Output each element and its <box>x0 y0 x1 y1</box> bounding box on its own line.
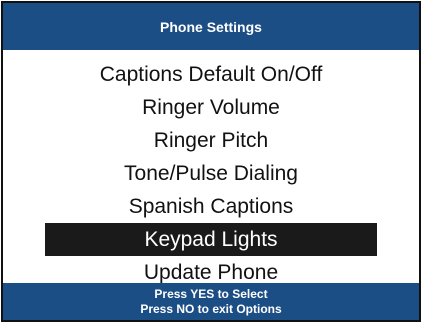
menu-item-ringer-volume[interactable]: Ringer Volume <box>3 91 419 124</box>
menu-item-ringer-pitch[interactable]: Ringer Pitch <box>3 124 419 157</box>
menu-item-spanish-captions[interactable]: Spanish Captions <box>3 190 419 223</box>
phone-settings-screen: Phone Settings Captions Default On/Off R… <box>1 1 421 322</box>
title-bar: Phone Settings <box>3 3 419 50</box>
menu-item-tone-pulse-dialing[interactable]: Tone/Pulse Dialing <box>3 157 419 190</box>
instruction-no-text: Press NO to exit Options <box>140 301 282 316</box>
instruction-yes-text: Press YES to Select <box>154 286 268 301</box>
menu-item-captions-default[interactable]: Captions Default On/Off <box>3 58 419 91</box>
menu-item-keypad-lights[interactable]: Keypad Lights <box>45 223 377 256</box>
instruction-bar: Press YES to Select Press NO to exit Opt… <box>3 283 419 320</box>
settings-menu: Captions Default On/Off Ringer Volume Ri… <box>3 58 419 289</box>
page-title: Phone Settings <box>160 18 262 35</box>
